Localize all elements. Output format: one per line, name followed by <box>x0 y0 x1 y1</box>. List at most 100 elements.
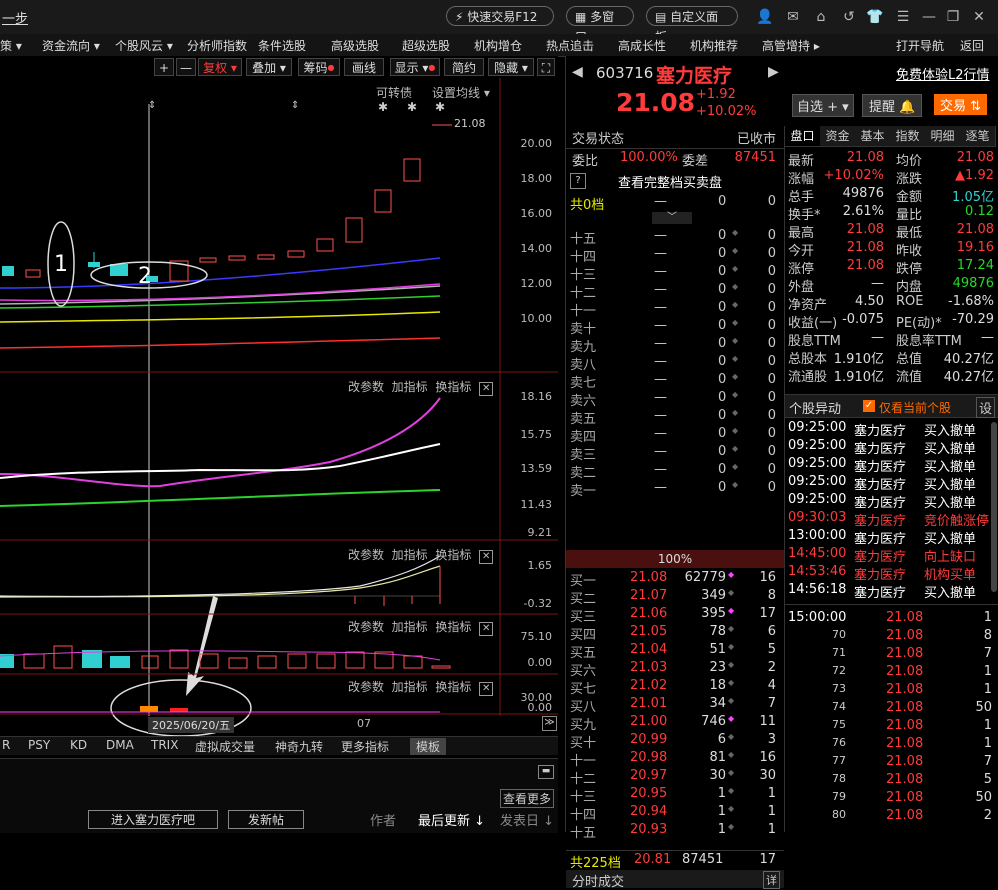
menu-item-institution-add[interactable]: 机构增仓 <box>474 37 522 54</box>
tab-1[interactable]: 资金 <box>820 126 856 147</box>
indicator-tab[interactable]: KD <box>70 738 87 752</box>
menu-item-exec-increase[interactable]: 高管增持 ▸ <box>762 37 820 54</box>
new-post-button[interactable]: 发新帖 <box>228 810 304 829</box>
menu-item-condition-select[interactable]: 条件选股 <box>258 37 306 54</box>
anomaly-row[interactable]: 09:30:03 塞力医疗 竞价触涨停 <box>788 510 989 529</box>
return-button[interactable]: 返回 <box>960 37 984 54</box>
anomaly-row[interactable]: 09:25:00 塞力医疗 买入撤单 <box>788 420 988 439</box>
indicator-tab[interactable]: 虚拟成交量 <box>195 738 255 755</box>
menu-item-capital-flow[interactable]: 资金流向 ▾ <box>42 37 100 54</box>
sell-row[interactable]: 卖六 — 0 ◆ 0 <box>570 390 780 409</box>
sell-row[interactable]: 卖九 — 0 ◆ 0 <box>570 336 780 355</box>
fenshi-detail-button[interactable]: 详 <box>763 871 780 889</box>
sell-row[interactable]: 卖八 — 0 ◆ 0 <box>570 354 780 373</box>
checkbox-icon[interactable]: ✓ <box>863 400 875 412</box>
buy-row[interactable]: 十二 20.97 30 ◆ 30 <box>570 768 780 787</box>
change-indicator-link[interactable]: 换指标 <box>435 680 471 694</box>
anomaly-row[interactable]: 14:56:18 塞力医疗 买入撤单 <box>788 582 988 601</box>
sell-row[interactable]: 卖五 — 0 ◆ 0 <box>570 408 780 427</box>
edit-params-link[interactable]: 改参数 <box>348 548 384 562</box>
tab-2[interactable]: 基本 <box>855 126 891 147</box>
buy-row[interactable]: 买四 21.05 78 ◆ 6 <box>570 624 780 643</box>
anomaly-row[interactable]: 14:53:46 塞力医疗 机构买单 <box>788 564 988 583</box>
anomaly-row[interactable]: 09:25:00 塞力医疗 买入撤单 <box>788 456 988 475</box>
scroll-right-icon[interactable]: ≫ <box>542 716 557 731</box>
anomaly-row[interactable]: 09:25:00 塞力医疗 买入撤单 <box>788 492 988 511</box>
buy-row[interactable]: 十四 20.94 1 ◆ 1 <box>570 804 780 823</box>
anomaly-row[interactable]: 09:25:00 塞力医疗 买入撤单 <box>788 474 988 493</box>
indicator-tab[interactable]: 神奇九转 <box>275 738 323 755</box>
sell-row[interactable]: 卖四 — 0 ◆ 0 <box>570 426 780 445</box>
tab-5[interactable]: 逐笔 <box>960 126 996 147</box>
close-icon[interactable]: ✕ <box>970 8 988 26</box>
custom-panel-button[interactable]: ▤ 自定义面板 <box>646 6 738 44</box>
buy-row[interactable]: 买五 21.04 51 ◆ 5 <box>570 642 780 661</box>
anomaly-row[interactable]: 09:25:00 塞力医疗 买入撤单 <box>788 438 988 457</box>
menu-item-analyst-index[interactable]: 分析师指数 <box>187 37 247 54</box>
minimize-panel-icon[interactable]: ▬ <box>538 765 554 779</box>
change-indicator-link[interactable]: 换指标 <box>435 548 471 562</box>
sell-row[interactable]: 卖十 — 0 ◆ 0 <box>570 318 780 337</box>
add-indicator-link[interactable]: 加指标 <box>392 380 428 394</box>
l2-trial-link[interactable]: 免费体验L2行情 <box>896 64 990 83</box>
menu-icon[interactable]: ☰ <box>894 8 912 26</box>
anomaly-row[interactable]: 14:45:00 塞力医疗 向上缺口 <box>788 546 988 565</box>
anomaly-scrollbar[interactable] <box>991 422 997 592</box>
post-date-column[interactable]: 发表日 ↓ <box>500 810 554 829</box>
tab-0[interactable]: 盘口 <box>785 126 821 147</box>
buy-row[interactable]: 买十 20.99 6 ◆ 3 <box>570 732 780 751</box>
buy-row[interactable]: 买六 21.03 23 ◆ 2 <box>570 660 780 679</box>
only-current-label[interactable]: 仅看当前个股 <box>879 399 951 416</box>
quick-trade-button[interactable]: ⚡ 快速交易F12 <box>446 6 554 26</box>
sell-row[interactable]: 卖三 — 0 ◆ 0 <box>570 444 780 463</box>
sell-row[interactable]: 卖二 — 0 ◆ 0 <box>570 462 780 481</box>
restore-icon[interactable]: ❐ <box>944 8 962 26</box>
sell-row[interactable]: 卖七 — 0 ◆ 0 <box>570 372 780 391</box>
menu-item-high-growth[interactable]: 高成长性 <box>618 37 666 54</box>
minimize-icon[interactable]: — <box>920 8 938 26</box>
mail-icon[interactable]: ✉ <box>784 8 802 26</box>
sell-row[interactable]: 十五 — 0 ◆ 0 <box>570 228 780 247</box>
close-icon[interactable]: ✕ <box>479 682 494 696</box>
next-stock-icon[interactable]: ▶ <box>768 64 779 80</box>
add-indicator-link[interactable]: 加指标 <box>392 680 428 694</box>
anomaly-row[interactable]: 13:00:00 塞力医疗 买入撤单 <box>788 528 988 547</box>
buy-row[interactable]: 十三 20.95 1 ◆ 1 <box>570 786 780 805</box>
author-column[interactable]: 作者 <box>370 810 396 829</box>
edit-params-link[interactable]: 改参数 <box>348 620 384 634</box>
buy-row[interactable]: 买二 21.07 349 ◆ 8 <box>570 588 780 607</box>
buy-row[interactable]: 买七 21.02 18 ◆ 4 <box>570 678 780 697</box>
kline-chart-area[interactable]: + — 复权 ▾ 叠加 ▾ 筹码● 画线 显示 ▾● 简约 隐藏 ▾ ⛶ 可转债… <box>0 56 558 736</box>
open-nav-button[interactable]: 打开导航 <box>896 37 944 54</box>
menu-item-advanced-select[interactable]: 高级选股 <box>331 37 379 54</box>
tab-4[interactable]: 明细 <box>925 126 961 147</box>
home-icon[interactable]: ⌂ <box>812 8 830 26</box>
trade-button[interactable]: 交易 ⇅ <box>934 94 988 115</box>
template-tab[interactable]: 模板 <box>410 738 447 755</box>
more-indicators-tab[interactable]: 更多指标 <box>341 738 389 755</box>
tab-3[interactable]: 指数 <box>890 126 926 147</box>
sell-row[interactable]: 十二 — 0 ◆ 0 <box>570 282 780 301</box>
menu-item-institution-recommend[interactable]: 机构推荐 <box>690 37 738 54</box>
watchlist-button[interactable]: 自选 + ▾ <box>792 94 854 117</box>
help-icon[interactable]: ? <box>570 173 586 189</box>
step-link[interactable]: 一步 <box>2 8 28 27</box>
menu-item-strategy[interactable]: 策 ▾ <box>0 37 22 54</box>
menu-item-super-select[interactable]: 超级选股 <box>402 37 450 54</box>
collapse-chevron-icon[interactable]: ﹀ <box>652 212 692 224</box>
buy-row[interactable]: 十五 20.93 1 ◆ 1 <box>570 822 780 841</box>
close-icon[interactable]: ✕ <box>479 382 494 396</box>
change-indicator-link[interactable]: 换指标 <box>435 380 471 394</box>
prev-stock-icon[interactable]: ◀ <box>572 64 583 80</box>
multi-window-button[interactable]: ▦ 多窗口 <box>566 6 634 44</box>
back-icon[interactable]: ↺ <box>840 8 858 26</box>
full-book-link[interactable]: 查看完整档买卖盘 <box>618 172 722 191</box>
indicator-tab[interactable]: PSY <box>28 738 50 752</box>
indicator-tab[interactable]: R <box>2 738 10 752</box>
indicator-tab[interactable]: TRIX <box>151 738 178 752</box>
sell-row[interactable]: 十四 — 0 ◆ 0 <box>570 246 780 265</box>
user-icon[interactable]: 👤 <box>756 8 774 26</box>
menu-item-stock-news[interactable]: 个股风云 ▾ <box>115 37 173 54</box>
buy-row[interactable]: 买八 21.01 34 ◆ 7 <box>570 696 780 715</box>
view-more-button[interactable]: 查看更多 <box>500 789 555 808</box>
